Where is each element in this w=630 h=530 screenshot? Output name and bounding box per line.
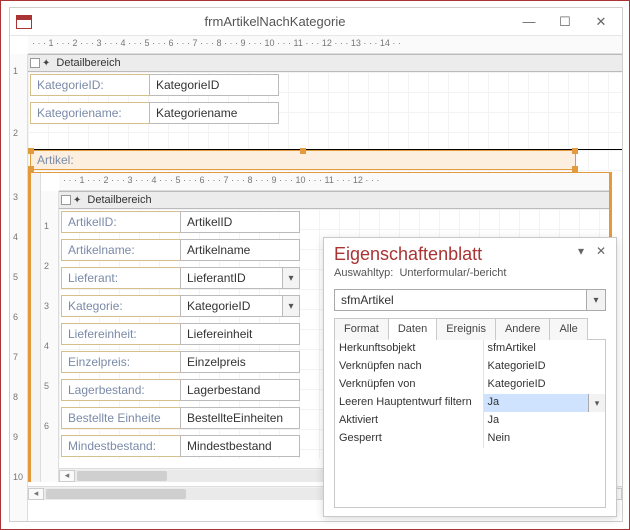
tab-alle[interactable]: Alle bbox=[549, 318, 587, 340]
field-row: Mindestbestand:Mindestbestand bbox=[61, 435, 300, 459]
section-selector[interactable] bbox=[30, 58, 40, 68]
property-name: Herkunftsobjekt bbox=[335, 340, 484, 358]
label-lagerbestand[interactable]: Lagerbestand: bbox=[61, 379, 181, 401]
combobox-kategorieid[interactable]: KategorieID bbox=[180, 295, 300, 317]
property-name: Verknüpfen von bbox=[335, 376, 484, 394]
main-detail-grid[interactable]: KategorieID: KategorieID Kategoriename: … bbox=[28, 72, 622, 150]
scroll-thumb[interactable] bbox=[46, 489, 186, 499]
property-sheet-close-icon[interactable]: ✕ bbox=[592, 242, 610, 260]
textbox-bestellteeinheiten[interactable]: BestellteEinheiten bbox=[180, 407, 300, 429]
textbox-mindestbestand[interactable]: Mindestbestand bbox=[180, 435, 300, 457]
property-value[interactable]: Ja bbox=[484, 394, 606, 412]
textbox-kategorieid[interactable]: KategorieID bbox=[149, 74, 279, 96]
label-bestellteeinheiten[interactable]: Bestellte Einheite bbox=[61, 407, 181, 429]
property-name: Gesperrt bbox=[335, 430, 484, 448]
property-row[interactable]: HerkunftsobjektsfmArtikel bbox=[335, 340, 605, 358]
property-value[interactable]: KategorieID bbox=[484, 376, 606, 394]
section-title: Detailbereich bbox=[56, 57, 120, 69]
textbox-liefereinheit[interactable]: Liefereinheit bbox=[180, 323, 300, 345]
property-row[interactable]: GesperrtNein bbox=[335, 430, 605, 448]
resize-handle[interactable] bbox=[572, 148, 578, 154]
section-arrow-icon: ✦ bbox=[73, 195, 81, 206]
field-row: Kategorie:KategorieID bbox=[61, 295, 300, 319]
property-row[interactable]: AktiviertJa bbox=[335, 412, 605, 430]
scroll-thumb[interactable] bbox=[77, 471, 167, 481]
field-row: Artikelname:Artikelname bbox=[61, 239, 300, 263]
subform-gutter bbox=[31, 173, 41, 482]
field-row: Lagerbestand:Lagerbestand bbox=[61, 379, 300, 403]
property-tabs: FormatDatenEreignisAndereAlle bbox=[334, 317, 606, 340]
titlebar: frmArtikelNachKategorie — ☐ ✕ bbox=[10, 8, 622, 36]
property-sheet-subtitle: Auswahltyp: Unterformular/-bericht bbox=[334, 267, 608, 279]
property-row[interactable]: Leeren Hauptentwurf filternJa bbox=[335, 394, 605, 412]
resize-handle[interactable] bbox=[28, 148, 34, 154]
property-value[interactable]: Nein bbox=[484, 430, 606, 448]
section-title: Detailbereich bbox=[87, 194, 151, 206]
subform-ruler-horizontal[interactable]: · · · 1 · · · 2 · · · 3 · · · 4 · · · 5 … bbox=[59, 173, 609, 191]
combobox-lieferantid[interactable]: LieferantID bbox=[180, 267, 300, 289]
textbox-einzelpreis[interactable]: Einzelpreis bbox=[180, 351, 300, 373]
scroll-left-button[interactable]: ◂ bbox=[59, 470, 75, 482]
property-name: Aktiviert bbox=[335, 412, 484, 430]
property-name: Leeren Hauptentwurf filtern bbox=[335, 394, 484, 412]
field-row: Lieferant:LieferantID bbox=[61, 267, 300, 291]
field-row: KategorieID: KategorieID bbox=[30, 74, 279, 98]
section-selector[interactable] bbox=[61, 195, 71, 205]
window-title: frmArtikelNachKategorie bbox=[38, 14, 512, 29]
field-row: Bestellte EinheiteBestellteEinheiten bbox=[61, 407, 300, 431]
label-mindestbestand[interactable]: Mindestbestand: bbox=[61, 435, 181, 457]
tab-andere[interactable]: Andere bbox=[495, 318, 550, 340]
field-row: ArtikelID:ArtikelID bbox=[61, 211, 300, 235]
property-value[interactable]: KategorieID bbox=[484, 358, 606, 376]
form-icon bbox=[16, 15, 32, 29]
label-lieferantid[interactable]: Lieferant: bbox=[61, 267, 181, 289]
property-list[interactable]: HerkunftsobjektsfmArtikelVerknüpfen nach… bbox=[334, 340, 606, 508]
subform-section-header[interactable]: ✦ Detailbereich bbox=[59, 191, 609, 209]
property-sheet: Eigenschaftenblatt Auswahltyp: Unterform… bbox=[323, 237, 617, 517]
property-value[interactable]: Ja bbox=[484, 412, 606, 430]
minimize-button[interactable]: — bbox=[512, 11, 546, 33]
property-object-selector[interactable]: sfmArtikel bbox=[334, 289, 606, 311]
field-row: Einzelpreis:Einzelpreis bbox=[61, 351, 300, 375]
section-arrow-icon: ✦ bbox=[42, 58, 50, 69]
tab-format[interactable]: Format bbox=[334, 318, 389, 340]
property-sheet-title: Eigenschaftenblatt bbox=[334, 244, 608, 265]
textbox-lagerbestand[interactable]: Lagerbestand bbox=[180, 379, 300, 401]
property-row[interactable]: Verknüpfen nachKategorieID bbox=[335, 358, 605, 376]
label-kategorieid[interactable]: KategorieID: bbox=[30, 74, 150, 96]
label-artikelname[interactable]: Artikelname: bbox=[61, 239, 181, 261]
resize-handle[interactable] bbox=[300, 148, 306, 154]
property-name: Verknüpfen nach bbox=[335, 358, 484, 376]
ruler-vertical[interactable]: 1 2 3 4 5 6 7 8 9 10 bbox=[10, 54, 28, 521]
ruler-horizontal[interactable]: · · · 1 · · · 2 · · · 3 · · · 4 · · · 5 … bbox=[28, 36, 622, 54]
section-header-detail[interactable]: ✦ Detailbereich bbox=[28, 54, 622, 72]
scroll-left-button[interactable]: ◂ bbox=[28, 488, 44, 500]
textbox-artikelname[interactable]: Artikelname bbox=[180, 239, 300, 261]
label-kategorieid[interactable]: Kategorie: bbox=[61, 295, 181, 317]
field-row: Liefereinheit:Liefereinheit bbox=[61, 323, 300, 347]
property-value[interactable]: sfmArtikel bbox=[484, 340, 606, 358]
textbox-artikelid[interactable]: ArtikelID bbox=[180, 211, 300, 233]
label-artikelid[interactable]: ArtikelID: bbox=[61, 211, 181, 233]
label-liefereinheit[interactable]: Liefereinheit: bbox=[61, 323, 181, 345]
subform-ruler-vertical[interactable]: 1 2 3 4 5 6 bbox=[41, 191, 59, 482]
label-einzelpreis[interactable]: Einzelpreis: bbox=[61, 351, 181, 373]
textbox-kategoriename[interactable]: Kategoriename bbox=[149, 102, 279, 124]
tab-ereignis[interactable]: Ereignis bbox=[436, 318, 496, 340]
property-row[interactable]: Verknüpfen vonKategorieID bbox=[335, 376, 605, 394]
label-artikel[interactable]: Artikel: bbox=[30, 150, 576, 170]
close-button[interactable]: ✕ bbox=[584, 11, 618, 33]
artikel-label-area: Artikel: bbox=[28, 150, 622, 172]
maximize-button[interactable]: ☐ bbox=[548, 11, 582, 33]
field-row: Kategoriename: Kategoriename bbox=[30, 102, 279, 126]
task-pane-options-icon[interactable]: ▾ bbox=[572, 242, 590, 260]
tab-daten[interactable]: Daten bbox=[388, 318, 437, 340]
label-kategoriename[interactable]: Kategoriename: bbox=[30, 102, 150, 124]
